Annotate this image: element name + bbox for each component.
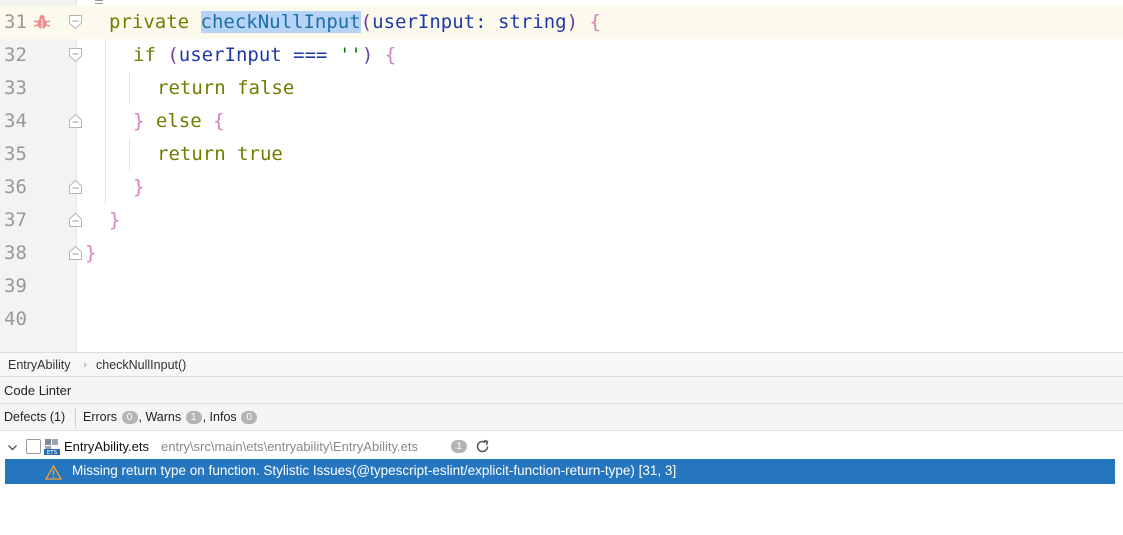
code-line-38[interactable]: 38 }	[0, 237, 1123, 270]
fold-open-icon[interactable]	[68, 14, 83, 30]
code-line-40[interactable]: 40	[0, 303, 1123, 336]
line-number: 39	[4, 275, 27, 297]
file-name: EntryAbility.ets	[64, 439, 150, 454]
code-text: return false	[157, 77, 295, 99]
infos-filter-label[interactable]: , Infos	[203, 410, 237, 424]
code-line-33[interactable]: 33 return false	[0, 72, 1123, 105]
indent-guide	[105, 39, 106, 204]
errors-count-badge: 0	[121, 411, 138, 424]
ets-file-icon: ETS	[44, 438, 60, 456]
breadcrumb-item-class[interactable]: EntryAbility	[8, 357, 71, 373]
file-path: entry\src\main\ets\entryability\EntryAbi…	[161, 439, 418, 454]
tree-file-node[interactable]: ETS EntryAbility.ets entry\src\main\ets\…	[0, 435, 1123, 459]
code-line-32[interactable]: 32 if (userInput === '') {	[0, 39, 1123, 72]
line-number: 36	[4, 176, 27, 198]
line-number: 35	[4, 143, 27, 165]
code-text: }	[85, 242, 97, 264]
code-line-39[interactable]: 39	[0, 270, 1123, 303]
breadcrumb-item-method[interactable]: checkNullInput()	[96, 357, 186, 373]
breadcrumb-separator: ›	[83, 358, 88, 371]
code-line-37[interactable]: 37 }	[0, 204, 1123, 237]
warns-count-badge: 1	[185, 411, 202, 424]
warning-icon	[44, 464, 63, 484]
filter-bar: Defects (1) Errors 0, Warns 1, Infos 0	[0, 404, 1123, 431]
code-editor[interactable]: 31 private checkNullInput(userInput: str…	[0, 0, 1123, 352]
infos-count-badge: 0	[241, 411, 258, 424]
issue-row-selected[interactable]: Missing return type on function. Stylist…	[5, 459, 1115, 484]
tool-window-header: Code Linter	[0, 377, 1123, 404]
selected-function-name: checkNullInput	[200, 11, 361, 33]
divider	[75, 408, 76, 428]
line-number: 40	[4, 308, 27, 330]
fold-open-icon[interactable]	[68, 47, 83, 63]
fold-close-icon[interactable]	[68, 212, 83, 228]
issue-message: Missing return type on function. Stylist…	[72, 463, 677, 478]
errors-filter-label[interactable]: Errors	[83, 410, 117, 424]
code-line-35[interactable]: 35 return true	[0, 138, 1123, 171]
fold-close-icon[interactable]	[68, 245, 83, 261]
code-text: } else {	[133, 110, 225, 132]
line-number: 31	[4, 11, 27, 33]
defects-tab[interactable]: Defects (1)	[4, 410, 65, 424]
line-number: 32	[4, 44, 27, 66]
fold-close-icon[interactable]	[68, 113, 83, 129]
fold-close-icon[interactable]	[68, 179, 83, 195]
line-number: 33	[4, 77, 27, 99]
file-issue-count-badge: 1	[451, 440, 467, 453]
panel-title: Code Linter	[4, 383, 72, 398]
debug-bug-icon[interactable]	[33, 13, 51, 31]
line-number: 37	[4, 209, 27, 231]
indent-guide	[129, 138, 130, 171]
code-text: private checkNullInput(userInput: string…	[109, 11, 601, 33]
breadcrumb: EntryAbility › checkNullInput()	[0, 352, 1123, 377]
line-number: 38	[4, 242, 27, 264]
code-line-34[interactable]: 34 } else {	[0, 105, 1123, 138]
warns-filter-label[interactable]: , Warns	[139, 410, 182, 424]
indent-guide	[129, 72, 130, 105]
file-checkbox[interactable]	[26, 439, 41, 454]
code-text: return true	[157, 143, 283, 165]
fold-marker	[95, 0, 103, 4]
svg-text:ETS: ETS	[47, 450, 58, 455]
chevron-down-icon[interactable]	[7, 441, 18, 456]
severity-filters: Errors 0, Warns 1, Infos 0	[83, 410, 258, 424]
code-line-36[interactable]: 36 }	[0, 171, 1123, 204]
refresh-icon[interactable]	[475, 439, 490, 457]
code-line-31[interactable]: 31 private checkNullInput(userInput: str…	[0, 6, 1123, 39]
code-text: }	[109, 209, 121, 231]
line-number: 34	[4, 110, 27, 132]
code-text: if (userInput === '') {	[133, 44, 397, 66]
code-text: }	[133, 176, 145, 198]
